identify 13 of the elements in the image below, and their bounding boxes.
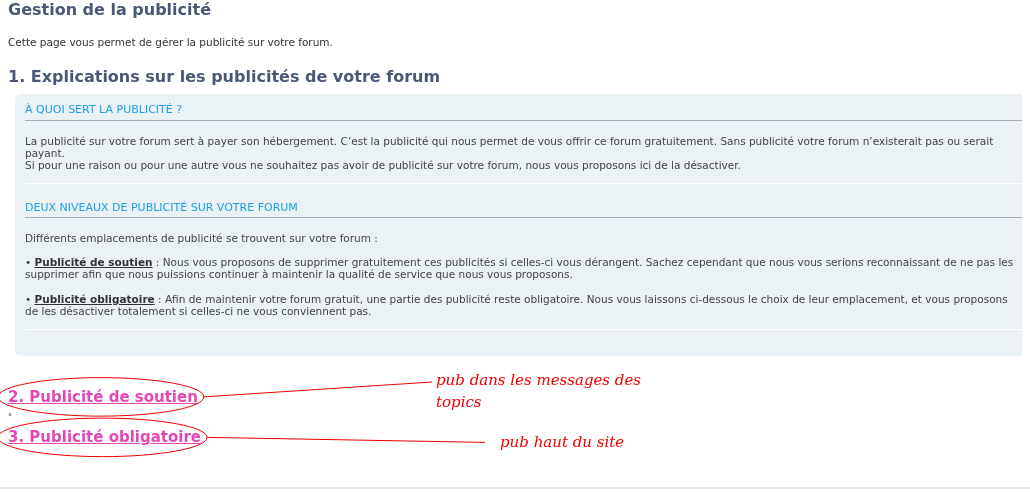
section-link[interactable]: 2. Publicité de soutien (8, 385, 198, 409)
annotation-note: pub haut du site (500, 432, 625, 453)
panel-paragraph: Différents emplacements de publicité se trouvent sur votre forum : (25, 232, 379, 245)
panel-subheading: À QUOI SERT LA PUBLICITÉ ? (25, 102, 1022, 121)
panel-paragraph: La publicité sur votre forum sert à payer son hébergement. C’est la publicité qui nous permet de vous offrir ce forum gratuitement. Sans publicité votre forum n’existerait pas ou serait payant. Si pour une raison ou pour une autre vous ne souhaitez pas avoir de publicité sur votre forum, nous vous proposons ici de la désactiver. (25, 134, 995, 171)
intro-text: Cette page vous permet de gérer la publicité sur votre forum. (8, 35, 334, 51)
panel-paragraph: • Publicité obligatoire : Afin de maintenir votre forum gratuit, une partie des publicité reste obligatoire. Nous vous laissons ci-dessous le choix de leur emplacement, et vous proposons de les désactiver totalement si celles-ci ne vous conviennent pas. (25, 292, 1009, 317)
annotation-note: pub dans les messages des topics (436, 370, 642, 413)
panel-subheading: DEUX NIVEAUX DE PUBLICITÉ SUR VOTRE FORUM (25, 199, 1022, 219)
stray-mark: ° (8, 414, 12, 423)
section-heading: 1. Explications sur les publicités de votre forum (8, 66, 442, 87)
panel-paragraph: • Publicité de soutien : Nous vous proposons de supprimer gratuitement ces publicités si celles-ci vous dérangent. Sachez cependant que nous vous serions reconnaissant de ne pas les supprimer afin que nous puissions continuer à maintenir la qualité de service que nous vous proposons. (25, 256, 1015, 281)
page-title: Gestion de la publicité (8, 0, 213, 20)
